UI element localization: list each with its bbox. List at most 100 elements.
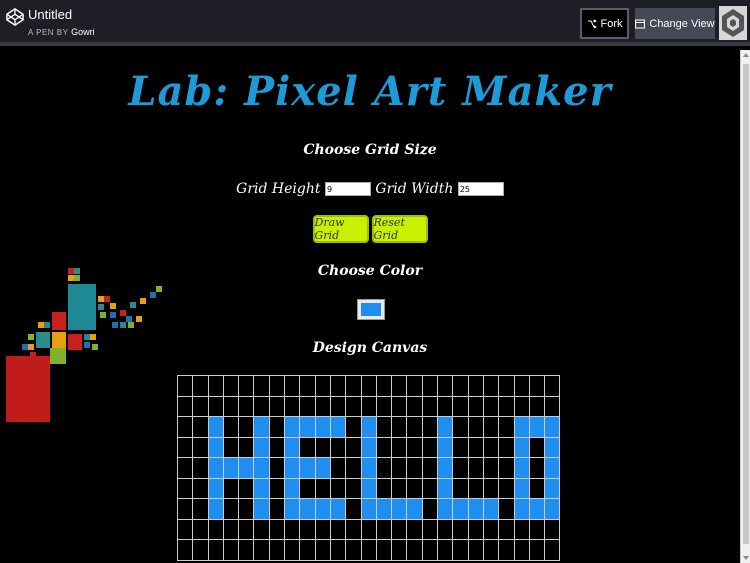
canvas-cell[interactable] [421, 457, 439, 479]
canvas-cell[interactable] [314, 477, 331, 499]
canvas-cell[interactable] [345, 375, 362, 397]
canvas-cell[interactable] [268, 436, 286, 458]
canvas-cell[interactable] [528, 395, 546, 417]
canvas-cell[interactable] [192, 375, 209, 397]
canvas-cell[interactable] [253, 518, 270, 540]
canvas-cell[interactable] [253, 498, 270, 520]
canvas-cell[interactable] [421, 539, 439, 561]
grid-height-input[interactable] [324, 182, 371, 196]
canvas-cell[interactable] [452, 375, 469, 397]
canvas-cell[interactable] [375, 436, 393, 458]
pen-title[interactable]: Untitled [28, 7, 72, 22]
canvas-cell[interactable] [498, 477, 515, 499]
canvas-cell[interactable] [544, 539, 561, 561]
canvas-cell[interactable] [406, 375, 423, 397]
canvas-cell[interactable] [238, 416, 255, 438]
canvas-cell[interactable] [238, 539, 255, 561]
canvas-cell[interactable] [375, 477, 393, 499]
canvas-cell[interactable] [375, 375, 393, 397]
canvas-cell[interactable] [314, 416, 331, 438]
canvas-cell[interactable] [222, 416, 240, 438]
canvas-cell[interactable] [329, 416, 347, 438]
canvas-cell[interactable] [284, 375, 301, 397]
canvas-cell[interactable] [467, 395, 484, 417]
canvas-cell[interactable] [192, 416, 209, 438]
scroll-up-arrow-icon[interactable] [743, 53, 749, 57]
canvas-cell[interactable] [192, 436, 209, 458]
canvas-cell[interactable] [207, 539, 224, 561]
canvas-cell[interactable] [329, 395, 347, 417]
canvas-cell[interactable] [222, 498, 240, 520]
canvas-cell[interactable] [437, 375, 454, 397]
canvas-cell[interactable] [284, 395, 301, 417]
canvas-cell[interactable] [222, 375, 240, 397]
canvas-cell[interactable] [544, 518, 561, 540]
canvas-cell[interactable] [253, 416, 270, 438]
pen-author-link[interactable]: Gowri [71, 27, 95, 37]
canvas-cell[interactable] [360, 416, 377, 438]
canvas-cell[interactable] [345, 498, 362, 520]
canvas-cell[interactable] [467, 416, 484, 438]
canvas-cell[interactable] [238, 375, 255, 397]
canvas-cell[interactable] [253, 539, 270, 561]
canvas-cell[interactable] [437, 498, 454, 520]
canvas-cell[interactable] [375, 457, 393, 479]
canvas-cell[interactable] [268, 375, 286, 397]
canvas-cell[interactable] [284, 518, 301, 540]
canvas-cell[interactable] [544, 375, 561, 397]
canvas-cell[interactable] [284, 416, 301, 438]
canvas-cell[interactable] [299, 375, 316, 397]
canvas-cell[interactable] [207, 395, 224, 417]
canvas-cell[interactable] [345, 436, 362, 458]
canvas-cell[interactable] [268, 395, 286, 417]
grid-width-input[interactable] [457, 182, 504, 196]
canvas-cell[interactable] [544, 477, 561, 499]
canvas-cell[interactable] [329, 539, 347, 561]
canvas-cell[interactable] [421, 375, 439, 397]
canvas-cell[interactable] [482, 375, 500, 397]
canvas-cell[interactable] [299, 436, 316, 458]
canvas-cell[interactable] [238, 395, 255, 417]
canvas-cell[interactable] [238, 457, 255, 479]
canvas-cell[interactable] [437, 457, 454, 479]
canvas-cell[interactable] [467, 457, 484, 479]
canvas-cell[interactable] [544, 457, 561, 479]
canvas-cell[interactable] [513, 539, 530, 561]
canvas-cell[interactable] [467, 477, 484, 499]
canvas-cell[interactable] [284, 477, 301, 499]
canvas-cell[interactable] [452, 539, 469, 561]
canvas-cell[interactable] [360, 498, 377, 520]
canvas-cell[interactable] [528, 416, 546, 438]
canvas-cell[interactable] [207, 477, 224, 499]
canvas-cell[interactable] [406, 498, 423, 520]
canvas-cell[interactable] [452, 416, 469, 438]
canvas-cell[interactable] [253, 395, 270, 417]
canvas-cell[interactable] [406, 416, 423, 438]
canvas-cell[interactable] [528, 436, 546, 458]
canvas-cell[interactable] [482, 436, 500, 458]
canvas-cell[interactable] [329, 518, 347, 540]
pixel-canvas[interactable] [176, 375, 561, 561]
canvas-cell[interactable] [176, 498, 194, 520]
canvas-cell[interactable] [498, 518, 515, 540]
canvas-cell[interactable] [360, 436, 377, 458]
canvas-cell[interactable] [513, 395, 530, 417]
canvas-cell[interactable] [299, 457, 316, 479]
canvas-cell[interactable] [391, 518, 408, 540]
canvas-cell[interactable] [360, 518, 377, 540]
canvas-cell[interactable] [360, 457, 377, 479]
canvas-cell[interactable] [482, 416, 500, 438]
canvas-cell[interactable] [544, 436, 561, 458]
canvas-cell[interactable] [437, 518, 454, 540]
canvas-cell[interactable] [498, 416, 515, 438]
canvas-cell[interactable] [253, 375, 270, 397]
canvas-cell[interactable] [299, 539, 316, 561]
canvas-cell[interactable] [176, 477, 194, 499]
canvas-cell[interactable] [452, 518, 469, 540]
canvas-cell[interactable] [513, 436, 530, 458]
canvas-cell[interactable] [176, 375, 194, 397]
canvas-cell[interactable] [452, 457, 469, 479]
canvas-cell[interactable] [406, 539, 423, 561]
canvas-cell[interactable] [452, 395, 469, 417]
canvas-cell[interactable] [345, 416, 362, 438]
